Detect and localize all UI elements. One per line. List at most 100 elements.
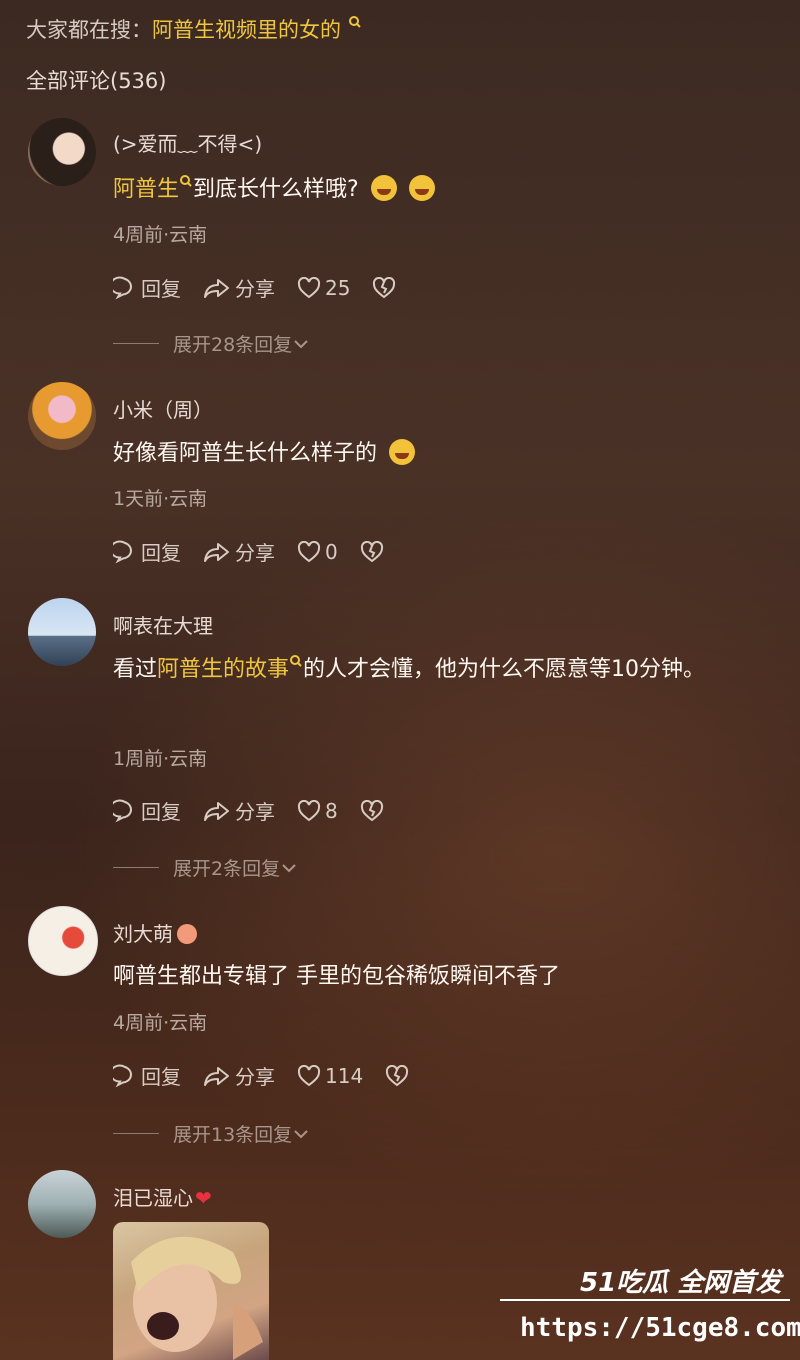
comment-body: 啊普生都出专辑了 手里的包谷稀饭瞬间不香了	[113, 964, 560, 989]
like-count: 25	[325, 275, 351, 300]
comment-meta: 4周前·云南	[113, 1012, 208, 1034]
username-wrap: 刘大萌	[113, 918, 197, 947]
watermark-divider	[500, 1299, 790, 1301]
comment-actions: 回复 分享 114	[113, 1061, 435, 1090]
like-count: 0	[325, 539, 338, 564]
broken-heart-icon	[373, 276, 396, 298]
comment-text: 啊普生都出专辑了 手里的包谷稀饭瞬间不香了	[113, 955, 763, 999]
heart-icon	[297, 1064, 321, 1086]
comment-meta: 1天前·云南	[113, 488, 208, 510]
reply-button[interactable]: 回复	[113, 796, 181, 825]
heart-icon	[297, 276, 321, 298]
comment-image[interactable]	[113, 1222, 269, 1360]
comment-search-link[interactable]: 阿普生的故事	[157, 657, 289, 682]
comment-bubble-icon	[113, 1064, 132, 1087]
comment-body: 到底长什么样哦?	[193, 177, 359, 202]
reply-button[interactable]: 回复	[113, 537, 181, 566]
hot-search-bar[interactable]: 大家都在搜：阿普生视频里的女的	[26, 14, 362, 44]
emoji-icon	[408, 175, 435, 201]
like-button[interactable]: 0	[297, 540, 338, 564]
avatar[interactable]	[28, 1170, 96, 1238]
share-arrow-icon	[204, 278, 229, 298]
comment-text: 看过阿普生的故事 的人才会懂，他为什么不愿意等10分钟。	[113, 648, 763, 692]
broken-heart-icon	[360, 540, 383, 562]
heart-emoji-icon: ❤	[195, 1186, 212, 1210]
comment-meta: 1周前·云南	[113, 748, 208, 770]
peach-emoji-icon	[177, 924, 197, 944]
like-button[interactable]: 25	[297, 276, 350, 300]
share-button[interactable]: 分享	[203, 1061, 275, 1090]
comment-actions: 回复 分享 25	[113, 273, 422, 302]
username[interactable]: 刘大萌	[113, 922, 173, 946]
search-icon	[180, 175, 192, 187]
username[interactable]: 泪已湿心	[113, 1186, 193, 1210]
avatar[interactable]	[28, 906, 98, 976]
reply-button[interactable]: 回复	[113, 1061, 181, 1090]
reply-button[interactable]: 回复	[113, 273, 181, 302]
hot-search-prefix: 大家都在搜：	[26, 18, 152, 42]
heart-icon	[297, 799, 321, 821]
dislike-button[interactable]	[372, 276, 400, 299]
share-label: 分享	[235, 1065, 275, 1089]
reply-label: 回复	[141, 541, 181, 565]
reply-label: 回复	[141, 1065, 181, 1089]
expand-replies-button[interactable]: 展开2条回复	[113, 854, 298, 881]
avatar[interactable]	[28, 382, 96, 450]
expand-label: 展开28条回复	[173, 334, 293, 356]
comment-bubble-icon	[113, 276, 132, 299]
share-label: 分享	[235, 277, 275, 301]
username[interactable]: 小米（周）	[113, 394, 213, 423]
like-count: 114	[325, 1063, 364, 1088]
avatar[interactable]	[28, 118, 96, 186]
broken-heart-icon	[386, 1064, 409, 1086]
comment-search-link[interactable]: 阿普生	[113, 177, 179, 202]
comment-bubble-icon	[113, 540, 132, 563]
expand-label: 展开2条回复	[173, 858, 281, 880]
username[interactable]: (>爱而﹏不得<)	[113, 128, 262, 157]
hot-search-query[interactable]: 阿普生视频里的女的	[152, 18, 341, 42]
like-button[interactable]: 114	[297, 1064, 363, 1088]
comment-body: 的人才会懂，他为什么不愿意等10分钟。	[303, 657, 706, 682]
share-label: 分享	[235, 541, 275, 565]
emoji-icon	[370, 175, 397, 201]
divider	[113, 1133, 159, 1134]
dislike-button[interactable]	[360, 540, 388, 563]
chevron-down-icon	[282, 863, 296, 872]
share-button[interactable]: 分享	[203, 796, 275, 825]
share-arrow-icon	[204, 1066, 229, 1086]
reply-label: 回复	[141, 800, 181, 824]
heart-icon	[297, 540, 321, 562]
chevron-down-icon	[294, 1129, 308, 1138]
username[interactable]: 啊表在大理	[113, 610, 213, 639]
comment-text: 好像看阿普生长什么样子的	[113, 432, 763, 476]
face-photo	[131, 1236, 263, 1360]
share-arrow-icon	[204, 542, 229, 562]
divider	[113, 867, 159, 868]
share-label: 分享	[235, 800, 275, 824]
watermark-brand: 51吃瓜 全网首发	[580, 1268, 782, 1298]
comment-actions: 回复 分享 0	[113, 537, 410, 566]
expand-label: 展开13条回复	[173, 1124, 293, 1146]
divider	[113, 343, 159, 344]
expand-replies-button[interactable]: 展开28条回复	[113, 330, 310, 357]
comment-meta: 4周前·云南	[113, 224, 208, 246]
share-button[interactable]: 分享	[203, 273, 275, 302]
dislike-button[interactable]	[360, 799, 388, 822]
comment-actions: 回复 分享 8	[113, 796, 410, 825]
dislike-button[interactable]	[385, 1064, 413, 1087]
avatar[interactable]	[28, 598, 96, 666]
chevron-down-icon	[294, 339, 308, 348]
share-button[interactable]: 分享	[203, 537, 275, 566]
reply-label: 回复	[141, 277, 181, 301]
broken-heart-icon	[360, 799, 383, 821]
expand-replies-button[interactable]: 展开13条回复	[113, 1120, 310, 1147]
comment-body: 好像看阿普生长什么样子的	[113, 441, 378, 466]
comment-text: 阿普生 到底长什么样哦?	[113, 168, 763, 212]
comment-bubble-icon	[113, 799, 132, 822]
like-count: 8	[325, 798, 338, 823]
like-button[interactable]: 8	[297, 799, 338, 823]
watermark-url: https://51cge8.com	[520, 1313, 800, 1343]
emoji-icon	[389, 439, 416, 465]
share-arrow-icon	[204, 801, 229, 821]
comment-body-prefix: 看过	[113, 657, 158, 682]
